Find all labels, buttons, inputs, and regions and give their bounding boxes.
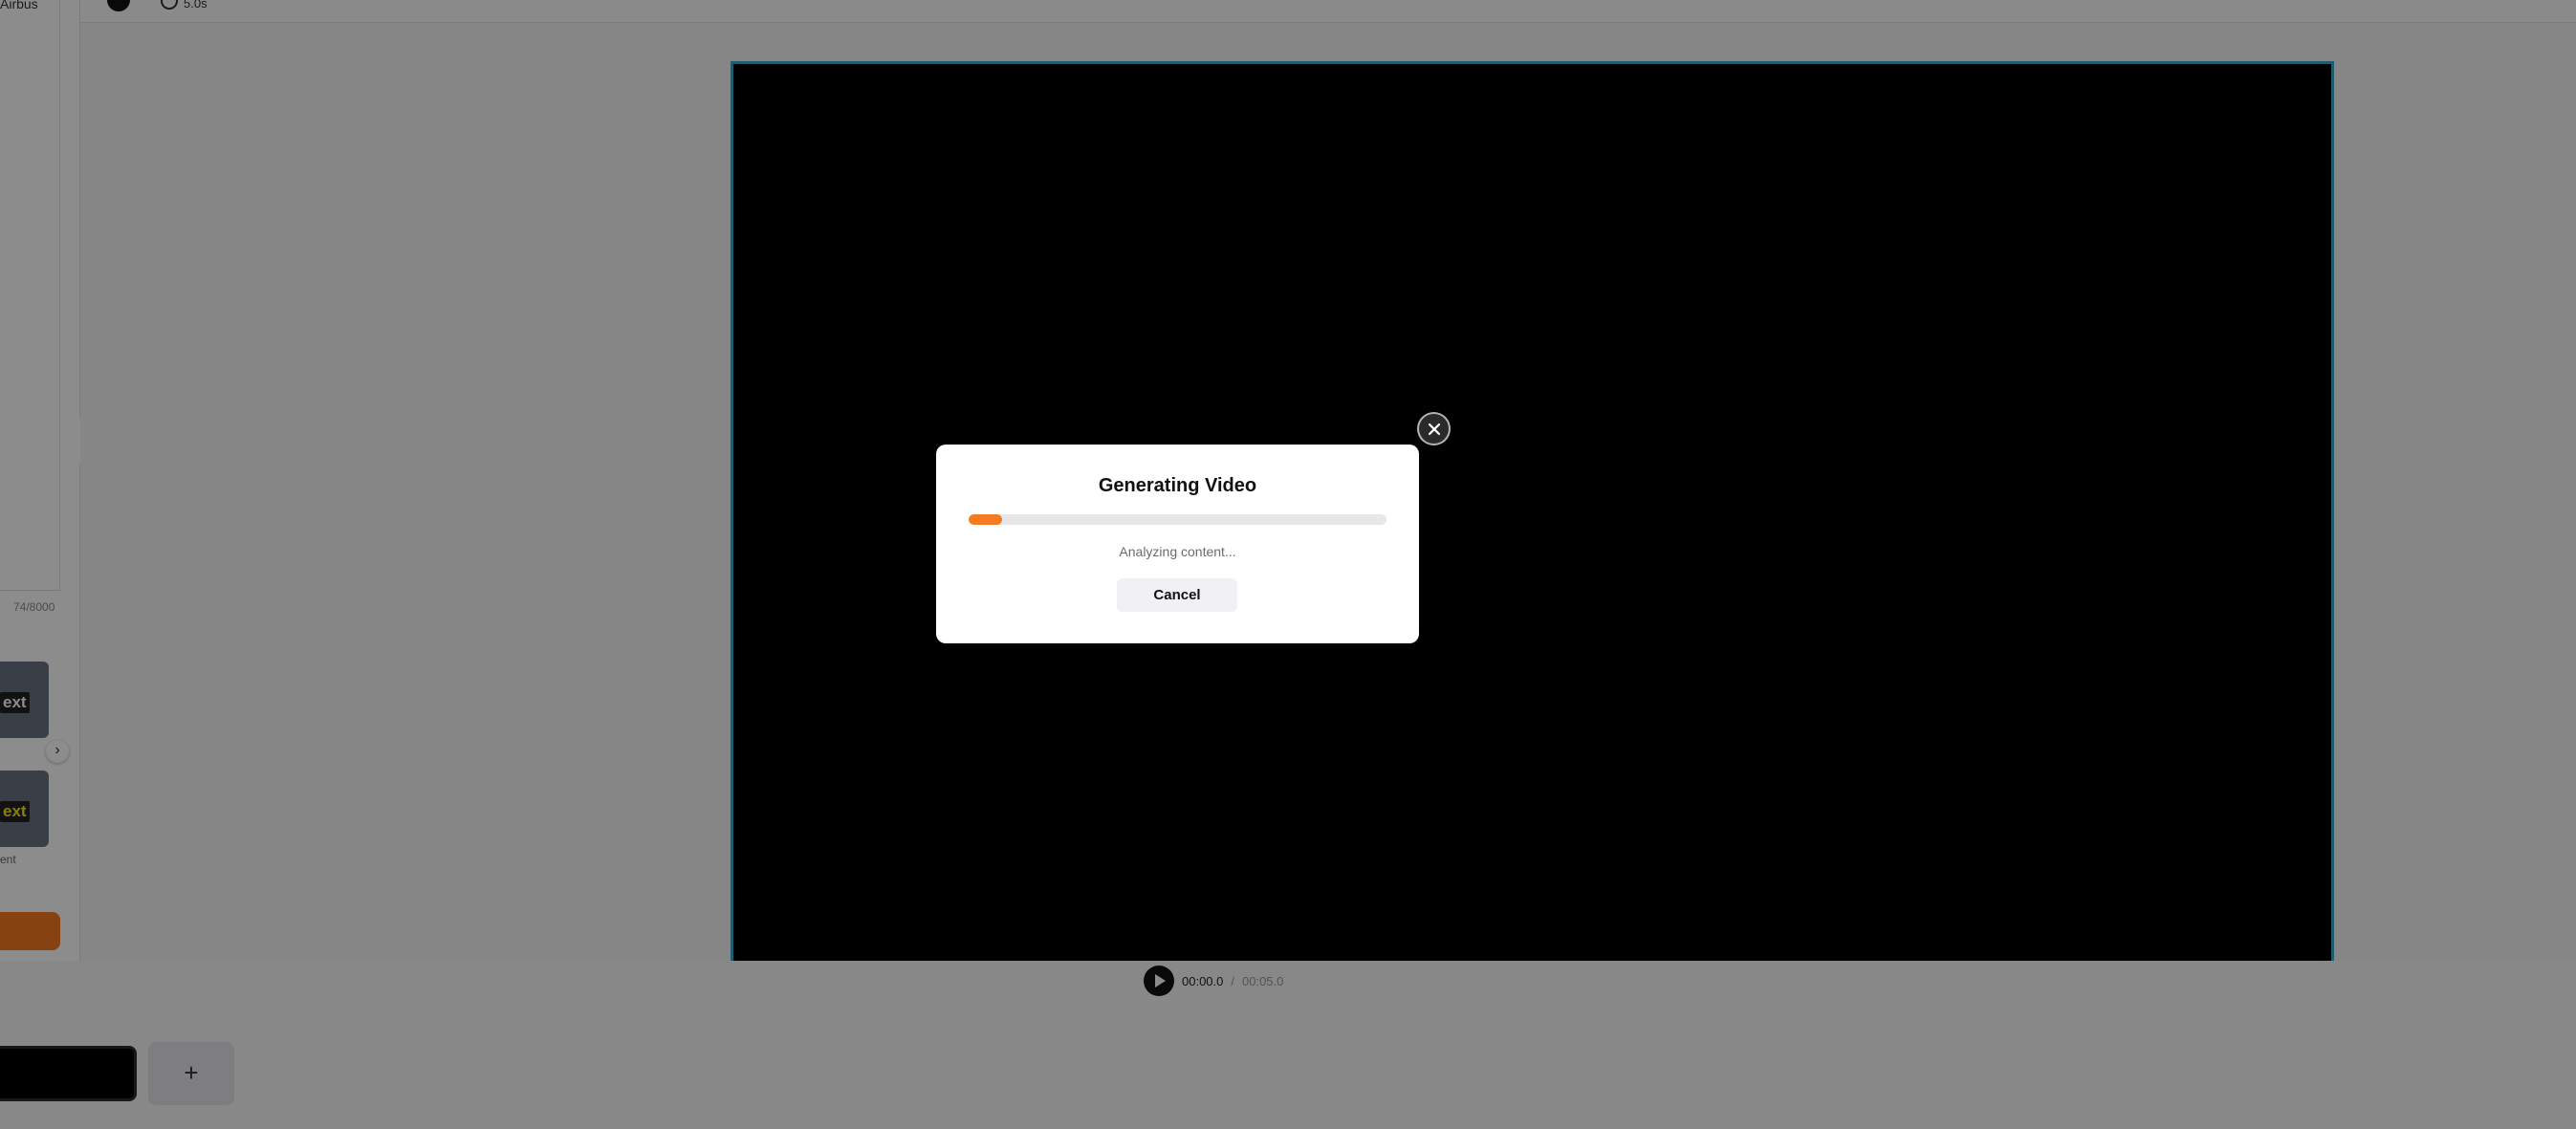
- cancel-button[interactable]: Cancel: [1117, 578, 1237, 612]
- dialog-title: Generating Video: [1098, 475, 1257, 496]
- close-dialog-button[interactable]: [1419, 414, 1449, 444]
- progress-bar: [969, 514, 1386, 525]
- progress-fill: [969, 514, 1002, 525]
- generating-video-dialog: Generating Video Analyzing content... Ca…: [936, 445, 1419, 643]
- close-icon: [1428, 423, 1440, 435]
- status-text: Analyzing content...: [1119, 544, 1236, 559]
